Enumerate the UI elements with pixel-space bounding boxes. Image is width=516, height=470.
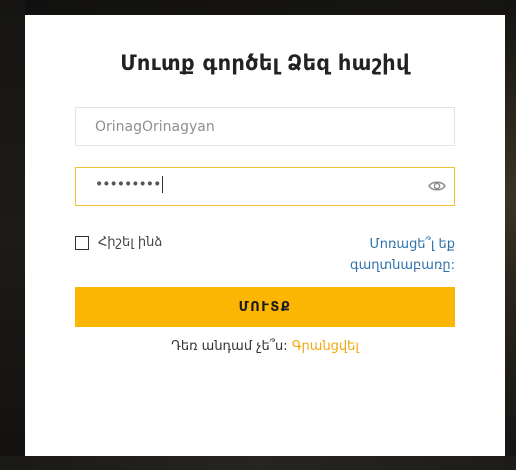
password-field[interactable]: •••••••••	[75, 167, 455, 206]
login-button[interactable]: ՄՈՒՏՔ	[75, 287, 455, 327]
background-right	[505, 0, 516, 470]
signup-prompt: Դեռ անդամ չե՞ս: Գրանցվել	[25, 339, 505, 354]
text-caret	[162, 176, 164, 193]
login-title: Մուտք գործել Ձեզ հաշիվ	[120, 51, 410, 75]
remember-checkbox[interactable]	[75, 235, 89, 250]
username-value: OrinagOrinagyan	[95, 119, 215, 135]
forgot-password-link[interactable]: Մոռացե՞լ եք գաղտնաբառը:	[325, 234, 455, 276]
background-bottom	[0, 456, 516, 470]
password-mask: •••••••••	[95, 176, 161, 193]
login-modal: Մուտք գործել Ձեզ հաշիվ OrinagOrinagyan •…	[25, 15, 505, 456]
eye-icon[interactable]	[428, 179, 446, 193]
password-value: •••••••••	[95, 176, 164, 193]
signup-link[interactable]: Գրանցվել	[292, 339, 359, 354]
no-account-text: Դեռ անդամ չե՞ս:	[171, 339, 288, 354]
remember-label: Հիշել ինձ	[98, 235, 163, 250]
username-field[interactable]: OrinagOrinagyan	[75, 107, 455, 146]
background-left	[0, 0, 25, 470]
remember-me[interactable]: Հիշել ինձ	[75, 235, 162, 250]
